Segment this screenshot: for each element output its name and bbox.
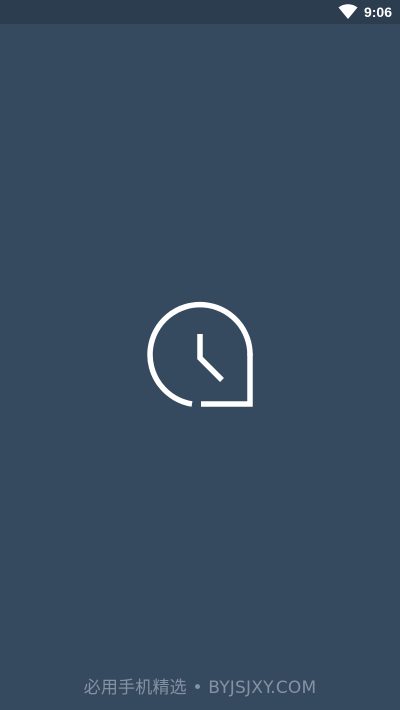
status-bar: 9:06 xyxy=(0,0,400,24)
status-time: 9:06 xyxy=(363,4,392,20)
wifi-icon xyxy=(338,4,358,19)
clock-chat-icon xyxy=(147,301,253,407)
footer-watermark: 必用手机精选 • BYJSJXY.COM xyxy=(83,678,317,698)
